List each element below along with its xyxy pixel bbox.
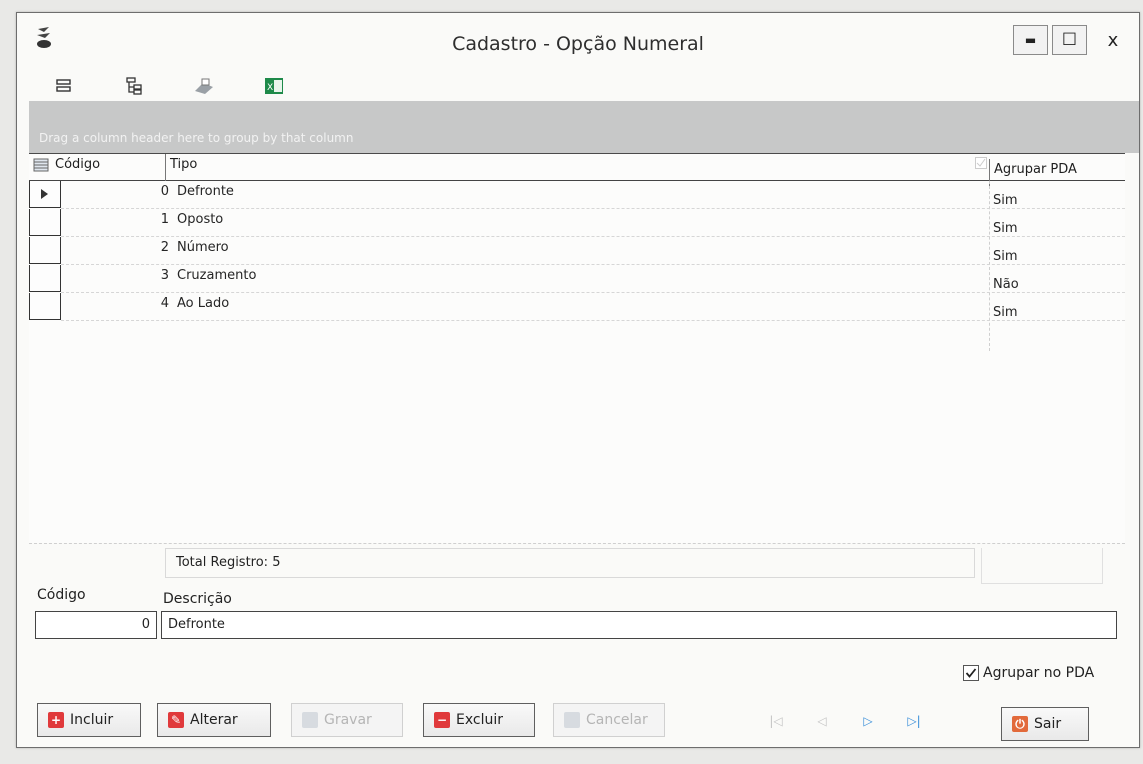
cell-tipo: Cruzamento	[177, 268, 257, 283]
sair-label: Sair	[1034, 716, 1062, 732]
table-row[interactable]: 3 Cruzamento Não	[29, 265, 1125, 293]
cell-agrupar-pda: Sim	[993, 305, 1018, 320]
cell-tipo: Oposto	[177, 212, 224, 227]
title-bar: Cadastro - Opção Numeral ▬ ☐ x	[17, 13, 1139, 75]
row-indicator	[29, 181, 61, 208]
cell-tipo: Ao Lado	[177, 296, 230, 311]
next-record-icon[interactable]: ▷	[845, 709, 891, 733]
gravar-button[interactable]: Gravar	[291, 703, 403, 737]
incluir-label: Incluir	[70, 712, 114, 728]
cell-codigo: 0	[160, 184, 169, 199]
exit-icon: ⏻	[1012, 716, 1028, 732]
gravar-label: Gravar	[324, 712, 372, 728]
alterar-button[interactable]: ✎ Alterar	[157, 703, 271, 737]
filter-checkbox-icon[interactable]	[975, 154, 989, 181]
cell-agrupar-pda: Sim	[993, 249, 1018, 264]
maximize-icon: ☐	[1061, 30, 1078, 50]
table-row[interactable]: 1 Oposto Sim	[29, 209, 1125, 237]
save-icon	[302, 712, 318, 728]
cell-agrupar-pda: Sim	[993, 221, 1018, 236]
data-grid: Código Tipo Agrupar PDA 0 Defronte Sim 1…	[29, 153, 1125, 543]
minimize-icon: ▬	[1024, 33, 1037, 47]
minimize-button[interactable]: ▬	[1013, 25, 1048, 55]
cell-agrupar-pda: Não	[993, 277, 1019, 292]
cancel-icon	[564, 712, 580, 728]
grid-toolbar: X	[53, 75, 333, 103]
checkbox-checked-icon[interactable]	[963, 665, 979, 681]
cell-codigo: 1	[160, 212, 169, 227]
cell-codigo: 4	[160, 296, 169, 311]
table-row[interactable]: 2 Número Sim	[29, 237, 1125, 265]
maximize-button[interactable]: ☐	[1052, 25, 1087, 55]
incluir-button[interactable]: + Incluir	[37, 703, 141, 737]
footer-summary-box	[981, 548, 1103, 584]
descricao-label: Descrição	[163, 591, 232, 607]
close-button[interactable]: x	[1091, 25, 1135, 55]
cell-codigo: 2	[160, 240, 169, 255]
column-header-tipo[interactable]: Tipo	[165, 154, 970, 181]
row-indicator	[29, 237, 61, 264]
grid-footer: Total Registro: 5	[29, 543, 1125, 586]
codigo-field[interactable]: 0	[35, 611, 157, 639]
table-row[interactable]: 4 Ao Lado Sim	[29, 293, 1125, 321]
grid-header: Código Tipo Agrupar PDA	[29, 153, 1125, 186]
expand-tree-icon[interactable]	[53, 75, 75, 97]
column-header-codigo[interactable]: Código	[55, 154, 165, 181]
previous-record-icon[interactable]: ◁	[799, 709, 845, 733]
cell-tipo: Número	[177, 240, 229, 255]
group-by-hint: Drag a column header here to group by th…	[39, 131, 354, 145]
plus-icon: +	[48, 712, 64, 728]
total-records: Total Registro: 5	[176, 555, 281, 570]
first-record-icon[interactable]: |◁	[753, 709, 799, 733]
row-indicator	[29, 265, 61, 292]
svg-text:X: X	[267, 83, 273, 93]
codigo-label: Código	[37, 587, 86, 603]
last-record-icon[interactable]: ▷|	[891, 709, 937, 733]
collapse-tree-icon[interactable]	[123, 75, 145, 97]
group-by-panel[interactable]: Drag a column header here to group by th…	[29, 101, 1139, 153]
cell-agrupar-pda: Sim	[993, 193, 1018, 208]
record-navigator: |◁ ◁ ▷ ▷|	[753, 709, 937, 733]
total-records-box: Total Registro: 5	[165, 548, 975, 578]
row-indicator	[29, 209, 61, 236]
excluir-button[interactable]: − Excluir	[423, 703, 535, 737]
table-row[interactable]: 0 Defronte Sim	[29, 181, 1125, 209]
excel-export-icon[interactable]: X	[263, 75, 285, 97]
excluir-label: Excluir	[456, 712, 503, 728]
descricao-field[interactable]: Defronte	[161, 611, 1117, 639]
minus-icon: −	[434, 712, 450, 728]
cell-tipo: Defronte	[177, 184, 234, 199]
agrupar-pda-label: Agrupar no PDA	[983, 665, 1095, 681]
row-divider	[61, 320, 1125, 321]
alterar-label: Alterar	[190, 712, 238, 728]
cell-codigo: 3	[160, 268, 169, 283]
sair-button[interactable]: ⏻ Sair	[1001, 707, 1089, 741]
cancelar-button[interactable]: Cancelar	[553, 703, 665, 737]
agrupar-pda-checkbox[interactable]: Agrupar no PDA	[963, 665, 1094, 681]
window-title: Cadastro - Opção Numeral	[452, 33, 704, 55]
print-icon[interactable]	[193, 75, 215, 97]
row-indicator	[29, 293, 61, 320]
cancelar-label: Cancelar	[586, 712, 648, 728]
edit-icon: ✎	[168, 712, 184, 728]
window: Cadastro - Opção Numeral ▬ ☐ x X Drag a …	[16, 12, 1140, 748]
close-icon: x	[1107, 29, 1119, 51]
